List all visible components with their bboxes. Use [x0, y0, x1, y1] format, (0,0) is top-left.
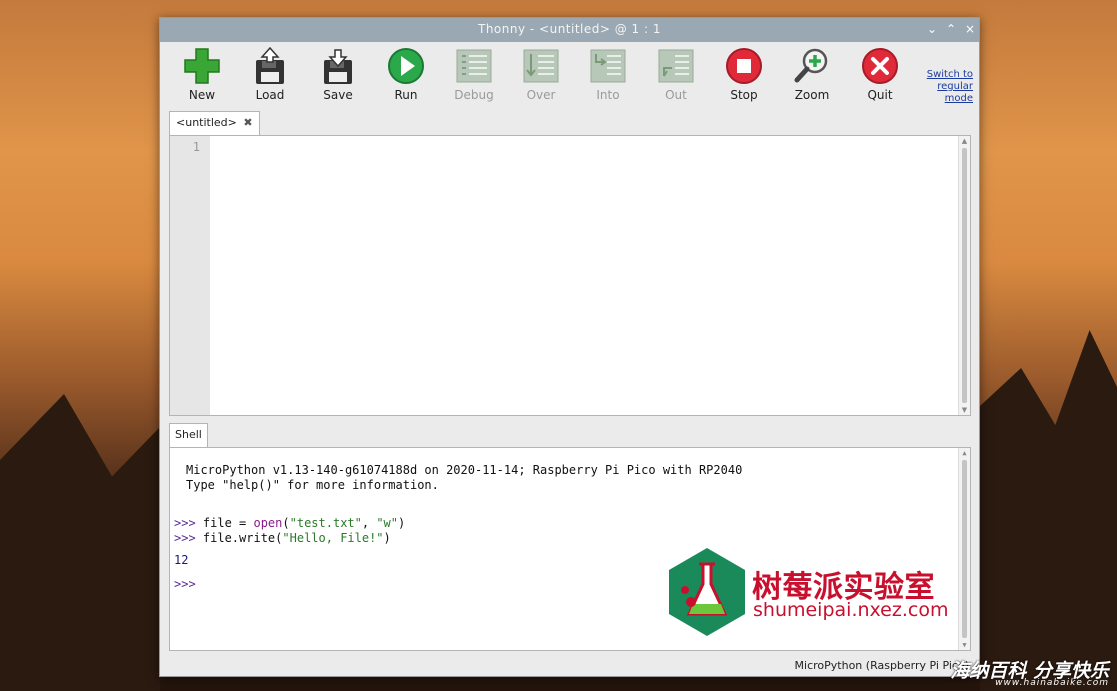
lab-url: shumeipai.nxez.com — [753, 599, 949, 621]
code-text: ( — [282, 516, 290, 530]
shell-tab-label: Shell — [175, 428, 202, 441]
quit-icon — [862, 48, 898, 84]
switch-mode-line1: Switch to — [926, 69, 973, 80]
code-text: file = — [195, 516, 254, 530]
stop-label: Stop — [730, 88, 758, 102]
shell-scrollbar[interactable]: ▲ ▼ — [958, 448, 970, 650]
shell-banner-line1: MicroPython v1.13-140-g61074188d on 2020… — [186, 463, 743, 477]
zoom-label: Zoom — [794, 88, 830, 102]
run-button[interactable]: Run — [376, 46, 436, 106]
code-text: file.write( — [195, 531, 283, 545]
stop-icon — [726, 48, 762, 84]
step-over-icon — [523, 49, 559, 83]
editor-tab-untitled[interactable]: <untitled> ✖ — [169, 111, 260, 135]
scroll-down-icon[interactable]: ▼ — [959, 405, 970, 415]
shell-command-1: >>> file = open("test.txt", "w") — [174, 516, 405, 530]
desktop-background-left — [0, 0, 160, 691]
scroll-up-icon[interactable]: ▲ — [959, 448, 970, 458]
quit-button[interactable]: Quit — [850, 46, 910, 106]
save-button[interactable]: Save — [308, 46, 368, 106]
over-button[interactable]: Over — [511, 46, 571, 106]
lab-flask-logo-icon — [669, 548, 745, 636]
close-window-button[interactable]: × — [962, 21, 978, 37]
code-string: "test.txt" — [289, 516, 362, 530]
step-out-icon — [658, 49, 694, 83]
close-tab-icon[interactable]: ✖ — [243, 116, 252, 129]
shell-banner-line2: Type "help()" for more information. — [186, 478, 439, 492]
debug-label: Debug — [454, 88, 494, 102]
load-label: Load — [255, 88, 285, 102]
status-bar: MicroPython (Raspberry Pi Pico) — [160, 655, 979, 676]
save-floppy-icon — [324, 49, 352, 84]
shell-output: 12 — [174, 553, 189, 567]
scroll-down-icon[interactable]: ▼ — [959, 640, 970, 650]
run-label: Run — [394, 88, 418, 102]
code-editor[interactable]: 1 ▲ ▼ — [169, 135, 971, 416]
title-bar[interactable]: Thonny - <untitled> @ 1 : 1 ⌄ ⌃ × — [160, 18, 979, 42]
over-label: Over — [526, 88, 556, 102]
load-floppy-icon — [256, 46, 284, 84]
corner-watermark-url: www.hainabaike.com — [995, 678, 1109, 688]
stop-button[interactable]: Stop — [714, 46, 774, 106]
maximize-button[interactable]: ⌃ — [943, 21, 959, 37]
line-number-gutter: 1 — [170, 136, 210, 415]
scroll-up-icon[interactable]: ▲ — [959, 136, 970, 146]
load-button[interactable]: Load — [240, 46, 300, 106]
into-button[interactable]: Into — [578, 46, 638, 106]
editor-scrollbar[interactable]: ▲ ▼ — [958, 136, 970, 415]
mountain-silhouette — [980, 330, 1117, 691]
switch-mode-line2: regular — [937, 81, 973, 92]
new-button[interactable]: New — [172, 46, 232, 106]
shell-prompt-current: >>> — [174, 577, 196, 591]
run-play-icon — [388, 48, 424, 84]
editor-tab-label: <untitled> — [176, 116, 237, 129]
new-plus-icon — [184, 48, 220, 84]
code-string: "Hello, File!" — [282, 531, 384, 545]
debug-button[interactable]: Debug — [444, 46, 504, 106]
shell-prompt: >>> — [174, 531, 196, 545]
code-text: ) — [383, 531, 391, 545]
shell-prompt: >>> — [174, 516, 196, 530]
save-label: Save — [323, 88, 353, 102]
window-title: Thonny - <untitled> @ 1 : 1 — [477, 22, 662, 36]
zoom-button[interactable]: Zoom — [782, 46, 842, 106]
zoom-icon — [794, 48, 828, 83]
step-into-icon — [590, 49, 626, 83]
shumeipai-watermark: 树莓派实验室 shumeipai.nxez.com — [665, 546, 955, 638]
code-function: open — [253, 516, 283, 530]
mountain-silhouette — [0, 394, 160, 691]
new-label: New — [188, 88, 216, 102]
into-label: Into — [596, 88, 620, 102]
code-text: , — [361, 516, 377, 530]
quit-label: Quit — [867, 88, 893, 102]
debug-icon — [456, 49, 492, 83]
out-button[interactable]: Out — [646, 46, 706, 106]
switch-mode-line3: mode — [944, 93, 973, 104]
shell-command-2: >>> file.write("Hello, File!") — [174, 531, 391, 545]
code-text: ) — [398, 516, 406, 530]
shell-tab[interactable]: Shell — [169, 423, 208, 447]
minimize-button[interactable]: ⌄ — [924, 21, 940, 37]
scrollbar-thumb[interactable] — [962, 460, 967, 638]
line-number: 1 — [192, 140, 200, 154]
out-label: Out — [665, 88, 687, 102]
hainabaike-watermark: 海纳百科 分享快乐 www.hainabaike.com — [930, 656, 1115, 690]
scrollbar-thumb[interactable] — [962, 148, 967, 403]
switch-to-regular-mode-link[interactable]: Switch to regular mode — [915, 69, 973, 105]
desktop-background-right — [980, 0, 1117, 691]
code-string: "w" — [376, 516, 399, 530]
toolbar: New Load Save Run Debug Over Into Out St… — [160, 42, 979, 108]
